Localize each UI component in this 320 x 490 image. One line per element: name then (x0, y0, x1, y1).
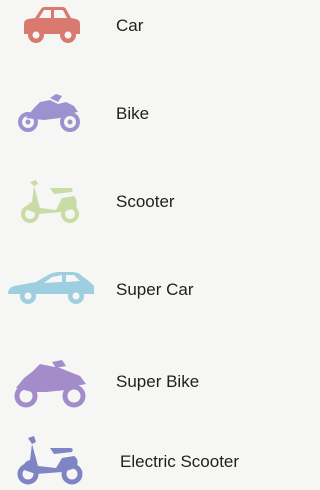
list-item-car[interactable]: Car (0, 0, 263, 60)
list-item-super-car[interactable]: Super Car (0, 258, 263, 318)
list-item-super-bike[interactable]: Super Bike (0, 352, 263, 412)
scooter-icon (21, 180, 79, 223)
car-icon (24, 7, 80, 43)
list-item-label: Super Bike (116, 372, 200, 391)
list-item-label: Bike (116, 104, 150, 123)
list-item-electric-scooter[interactable]: Electric Scooter (0, 426, 263, 490)
electric-scooter-icon (17, 436, 83, 485)
list-item-label: Car (116, 16, 144, 35)
list-item-bike[interactable]: Bike (0, 86, 263, 146)
list-item-scooter[interactable]: Scooter (0, 172, 263, 232)
super-bike-icon (14, 360, 86, 408)
list-item-label: Electric Scooter (120, 452, 240, 471)
super-car-icon (8, 272, 94, 304)
list-item-label: Super Car (116, 280, 194, 299)
bike-icon (18, 94, 80, 132)
list-item-label: Scooter (116, 192, 175, 211)
